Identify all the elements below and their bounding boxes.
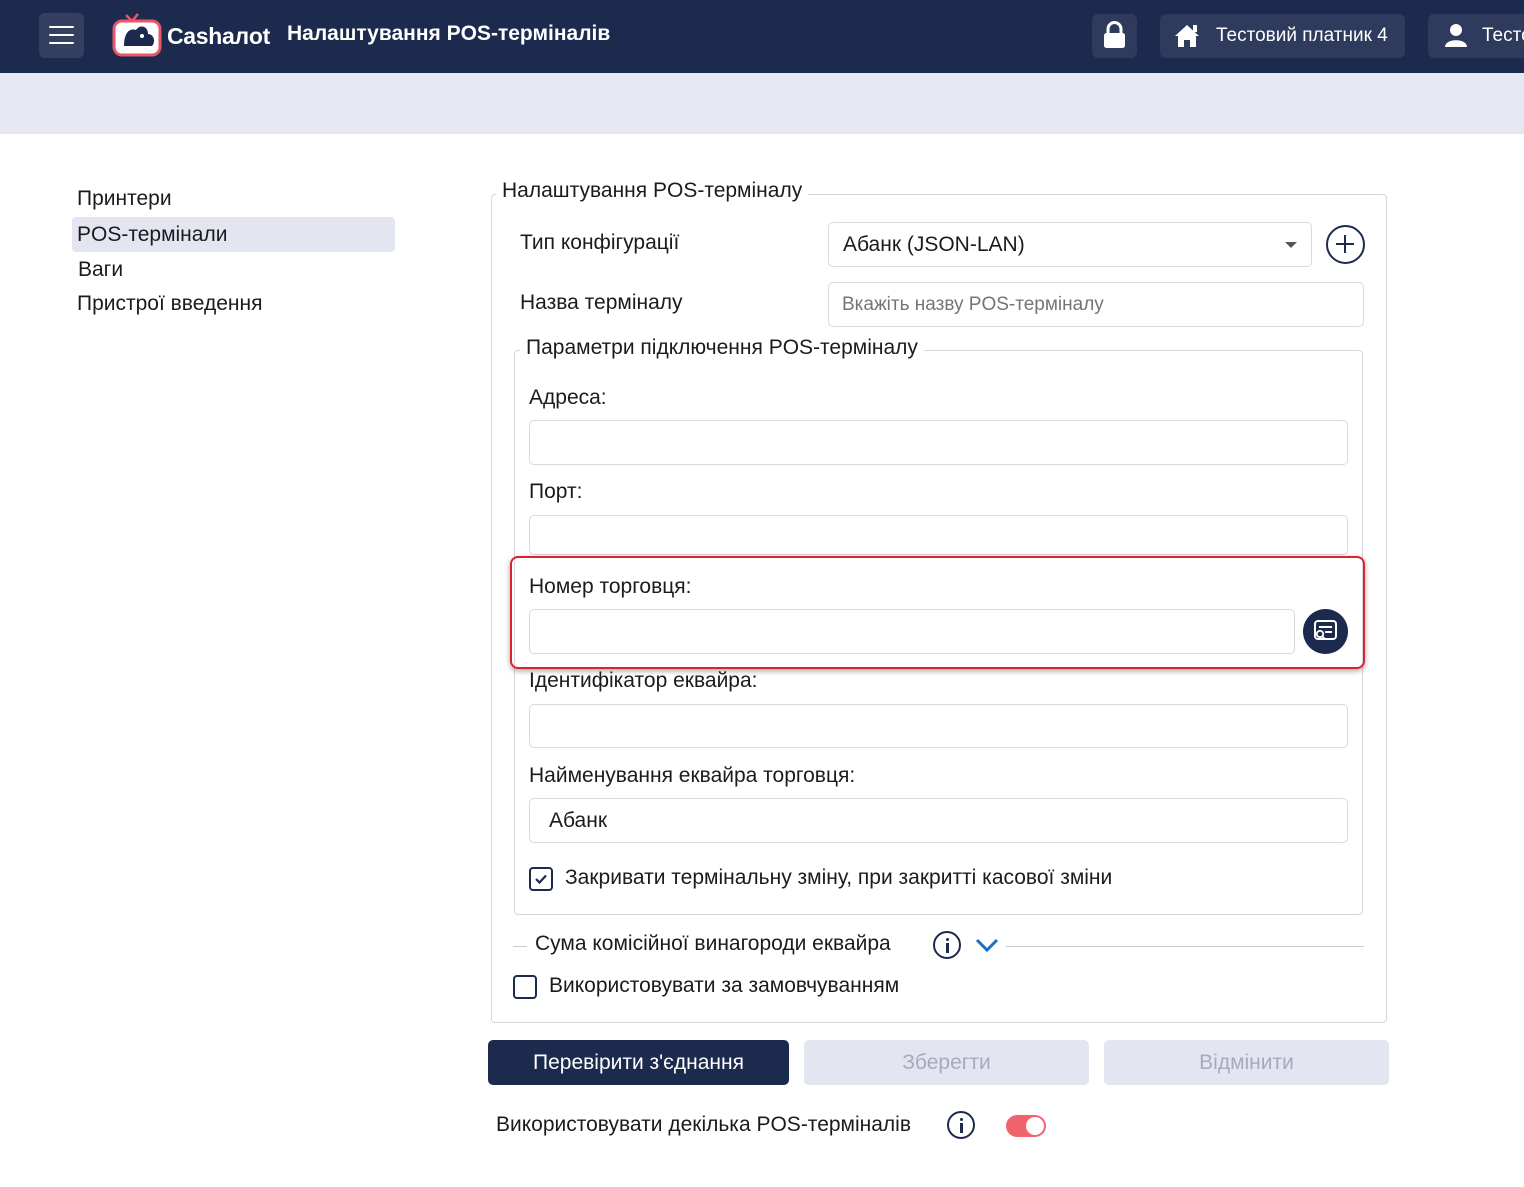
add-config-icon[interactable] (1326, 225, 1365, 264)
lock-button[interactable] (1092, 14, 1137, 58)
user-button[interactable]: Тестовий (1428, 14, 1524, 58)
save-button[interactable]: Зберегти (804, 1040, 1089, 1085)
terminal-name-label: Назва терміналу (520, 291, 683, 314)
merchant-number-label: Номер торговця: (529, 575, 692, 598)
logo-text: Cashалot (167, 23, 270, 49)
search-list-icon (1314, 620, 1337, 640)
acquirer-id-input[interactable] (529, 704, 1348, 748)
cancel-button[interactable]: Відмінити (1104, 1040, 1389, 1085)
commission-divider-left (513, 946, 527, 947)
config-type-value: Абанк (JSON-LAN) (843, 232, 1025, 256)
config-type-select[interactable]: Абанк (JSON-LAN) (828, 222, 1312, 267)
organization-name: Тестовий платник 4 (1216, 25, 1388, 46)
home-icon (1175, 25, 1199, 47)
sidebar-item-scales[interactable]: Ваги (73, 252, 396, 287)
hamburger-icon[interactable] (39, 13, 84, 58)
use-default-checkbox[interactable] (513, 975, 537, 999)
multi-terminal-label: Використовувати декілька POS-терміналів (496, 1113, 912, 1136)
user-icon (1445, 24, 1467, 47)
info-icon[interactable] (933, 931, 961, 959)
connection-params-legend: Параметри підключення POS-терміналу (520, 336, 924, 360)
acquirer-name-input[interactable]: Абанк (529, 798, 1348, 843)
close-shift-label: Закривати термінальну зміну, при закритт… (565, 866, 1113, 889)
port-input[interactable] (529, 515, 1348, 555)
port-label: Порт: (529, 480, 583, 503)
merchant-lookup-button[interactable] (1303, 609, 1348, 654)
commission-label[interactable]: Сума комісійної винагороди еквайра (535, 932, 891, 956)
sidebar-item-printers[interactable]: Принтери (72, 181, 395, 216)
user-name: Тестовий (1482, 25, 1524, 46)
address-label: Адреса: (529, 386, 607, 409)
pos-settings-legend: Налаштування POS-терміналу (496, 179, 809, 203)
info-icon[interactable] (947, 1111, 975, 1139)
lock-icon (1104, 21, 1125, 48)
sidebar-item-input-devices[interactable]: Пристрої введення (72, 286, 395, 321)
chevron-down-icon (1285, 242, 1297, 248)
commission-divider-right (1006, 946, 1364, 947)
use-default-label: Використовувати за замовчуванням (549, 974, 900, 997)
chevron-down-icon[interactable] (973, 934, 1001, 956)
top-bar: Cashалot Налаштування POS-терміналів Тес… (0, 0, 1524, 73)
config-type-label: Тип конфігурації (520, 231, 680, 254)
terminal-name-input[interactable] (828, 282, 1364, 327)
sub-bar (0, 73, 1524, 134)
acquirer-id-label: Ідентифікатор еквайра: (529, 669, 758, 692)
close-shift-checkbox[interactable] (529, 867, 553, 891)
check-connection-button[interactable]: Перевірити з'єднання (488, 1040, 789, 1085)
multi-terminal-toggle[interactable] (1006, 1115, 1046, 1137)
address-input[interactable] (529, 420, 1348, 465)
sidebar-item-pos-terminals[interactable]: POS-термінали (72, 217, 395, 252)
page-title: Налаштування POS-терміналів (287, 22, 611, 45)
acquirer-name-label: Найменування еквайра торговця: (529, 764, 856, 787)
organization-button[interactable]: Тестовий платник 4 (1160, 14, 1405, 58)
check-icon (535, 874, 547, 885)
cashalot-logo[interactable]: Cashалot (112, 12, 270, 58)
merchant-number-input[interactable] (529, 609, 1295, 654)
logo-icon (112, 13, 162, 57)
